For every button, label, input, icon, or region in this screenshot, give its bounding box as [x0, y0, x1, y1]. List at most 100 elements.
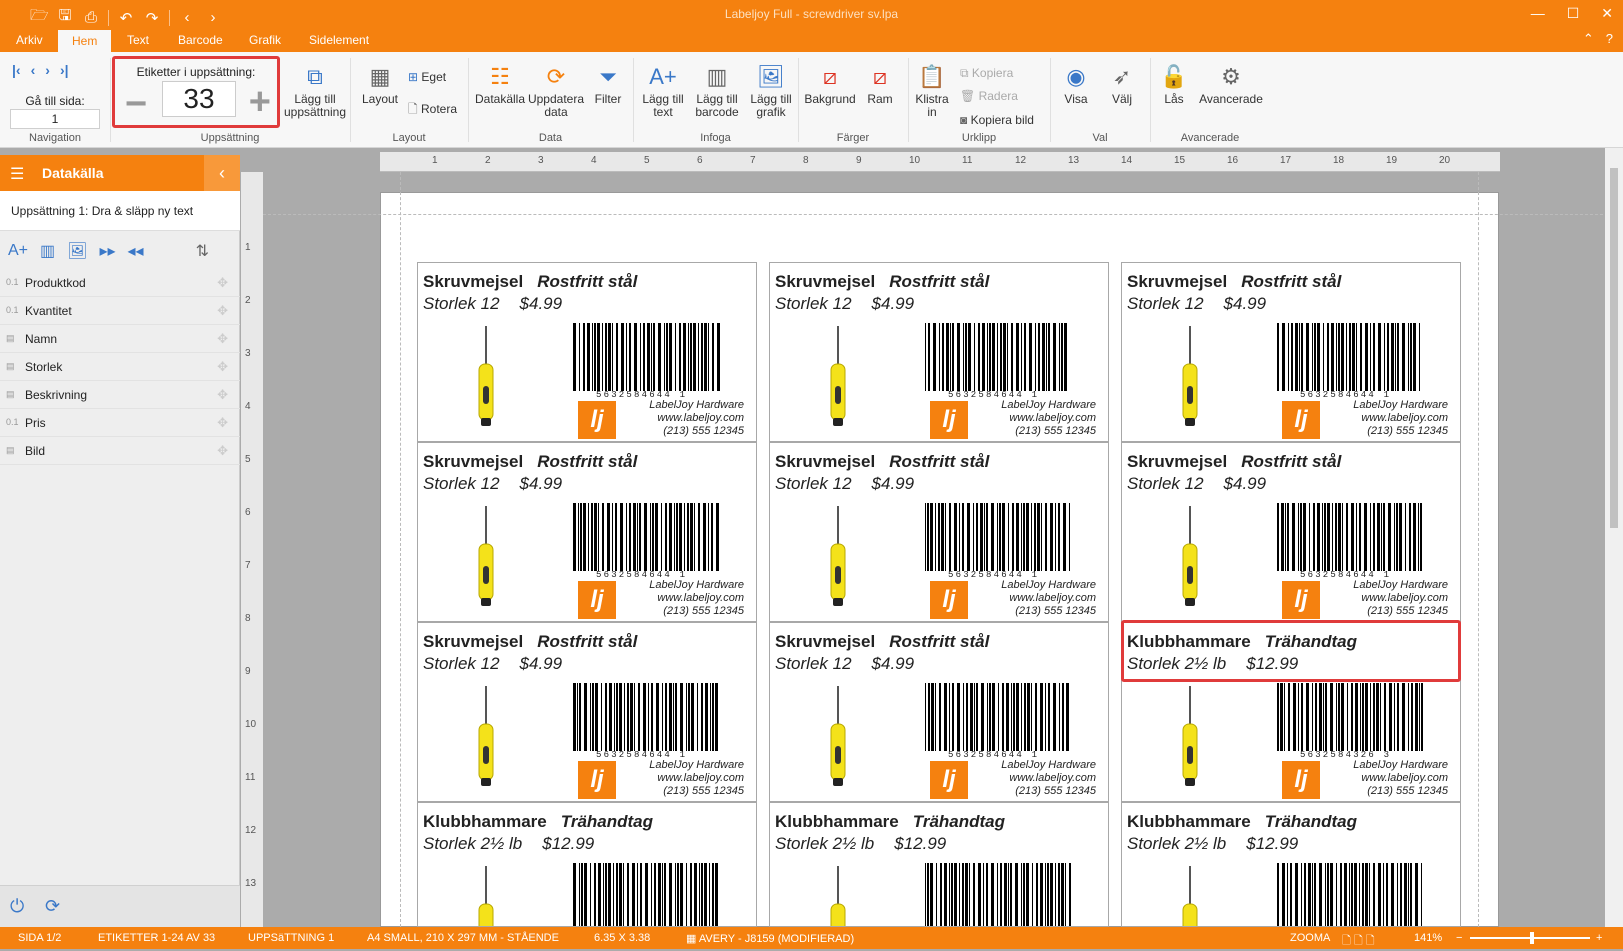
- next-page-icon[interactable]: ›: [45, 62, 50, 78]
- label-card[interactable]: Skruvmejsel Rostfritt stål Storlek 12 $4.99…: [417, 262, 757, 442]
- move-left-icon[interactable]: ◂◂: [128, 241, 144, 261]
- labels-count-input[interactable]: 33: [162, 81, 236, 117]
- tab-hem[interactable]: Hem: [58, 30, 112, 52]
- ruler-tick-label: 9: [856, 155, 862, 166]
- add-set-button[interactable]: ⧉ Lägg till uppsättning: [280, 64, 350, 119]
- lock-button[interactable]: 🔓 Lås: [1156, 64, 1192, 106]
- select-button[interactable]: ➶ Välj: [1102, 64, 1142, 106]
- page-number-input[interactable]: 1: [10, 109, 100, 129]
- ruler-tick-label: 5: [644, 155, 650, 166]
- label-product-line: Klubbhammare Trähandtag: [423, 812, 653, 832]
- move-right-icon[interactable]: ▸▸: [99, 241, 115, 261]
- group-label: Urklipp: [961, 132, 997, 144]
- company-name: LabelJoy Hardware: [1001, 399, 1096, 411]
- company-url: www.labeljoy.com: [1361, 772, 1448, 784]
- drag-handle-icon[interactable]: ✥: [217, 303, 228, 319]
- screwdriver-image: [476, 866, 496, 926]
- ruler-tick-label: 7: [750, 155, 756, 166]
- tab-sidelement[interactable]: Sidelement: [309, 33, 369, 47]
- datakalla-button[interactable]: ☷ Datakälla: [474, 64, 526, 106]
- scroll-thumb[interactable]: [1610, 168, 1618, 528]
- drag-handle-icon[interactable]: ✥: [217, 275, 228, 291]
- add-text-field-icon[interactable]: A+: [8, 242, 28, 260]
- drag-handle-icon[interactable]: ✥: [217, 331, 228, 347]
- help-icon[interactable]: ?: [1606, 31, 1613, 47]
- filter-button[interactable]: ⏷ Filter: [588, 64, 628, 106]
- advanced-button[interactable]: ⚙ Avancerade: [1196, 64, 1266, 106]
- add-barcode-field-icon[interactable]: ▥: [40, 241, 55, 261]
- drag-handle-icon[interactable]: ✥: [217, 359, 228, 375]
- copy-image-button[interactable]: ◙ Kopiera bild: [960, 113, 1034, 127]
- rotera-button[interactable]: 🗋 Rotera: [408, 100, 457, 121]
- field-item-storlek[interactable]: ▤ Storlek ✥: [0, 353, 240, 381]
- label-card[interactable]: Skruvmejsel Rostfritt stål Storlek 12 $4.99…: [769, 442, 1109, 622]
- field-item-kvantitet[interactable]: 0.1 Kvantitet ✥: [0, 297, 240, 325]
- group-data: ☷ Datakälla ⟳ Uppdatera data ⏷ Filter Da…: [468, 56, 633, 146]
- first-page-icon[interactable]: |‹: [12, 62, 21, 78]
- page-view-icons[interactable]: 🗋 🗋 🗋: [1342, 932, 1375, 951]
- tab-text[interactable]: Text: [127, 33, 149, 47]
- label-card[interactable]: Skruvmejsel Rostfritt stål Storlek 12 $4.99…: [1121, 262, 1461, 442]
- drag-handle-icon[interactable]: ✥: [217, 443, 228, 459]
- collapse-panel-icon[interactable]: ‹: [204, 155, 240, 191]
- company-info: LabelJoy Hardware www.labeljoy.com (213) 5…: [1001, 579, 1096, 618]
- add-barcode-button[interactable]: ▥ Lägg till barcode: [689, 64, 745, 119]
- field-item-produktkod[interactable]: 0.1 Produktkod ✥: [0, 269, 240, 297]
- label-card[interactable]: Skruvmejsel Rostfritt stål Storlek 12 $4.99…: [417, 442, 757, 622]
- tab-arkiv[interactable]: Arkiv: [16, 33, 43, 47]
- sort-icon[interactable]: ⇅: [196, 241, 209, 261]
- refresh-icon[interactable]: ⟳: [45, 896, 60, 917]
- last-page-icon[interactable]: ›|: [60, 62, 69, 78]
- label-description: Rostfritt stål: [1241, 272, 1342, 291]
- zoom-out-button[interactable]: −: [1456, 932, 1462, 944]
- label-card[interactable]: Klubbhammare Trähandtag Storlek 2½ lb $12.9…: [417, 802, 757, 927]
- tab-grafik[interactable]: Grafik: [249, 33, 281, 47]
- field-name: Storlek: [25, 360, 63, 374]
- field-item-bild[interactable]: ▤ Bild ✥: [0, 437, 240, 465]
- add-graphic-button[interactable]: 🖼 Lägg till grafik: [745, 64, 797, 119]
- label-card[interactable]: Skruvmejsel Rostfritt stål Storlek 12 $4.99…: [1121, 442, 1461, 622]
- tab-barcode[interactable]: Barcode: [178, 33, 223, 47]
- field-name: Bild: [25, 444, 46, 458]
- numeric-field-icon: 0.1: [6, 417, 19, 427]
- view-button[interactable]: ◉ Visa: [1056, 64, 1096, 106]
- field-item-beskrivning[interactable]: ▤ Beskrivning ✥: [0, 381, 240, 409]
- barcode-image: [925, 863, 1075, 926]
- field-item-pris[interactable]: 0.1 Pris ✥: [0, 409, 240, 437]
- label-size: Storlek 12: [423, 294, 500, 313]
- zoom-in-button[interactable]: +: [1596, 932, 1602, 944]
- border-color-button[interactable]: ⧄ Ram: [860, 64, 900, 106]
- vertical-scrollbar[interactable]: [1605, 148, 1623, 927]
- prev-page-icon[interactable]: ‹: [31, 62, 36, 78]
- label-card[interactable]: Skruvmejsel Rostfritt stål Storlek 12 $4.99…: [769, 622, 1109, 802]
- label-card[interactable]: Skruvmejsel Rostfritt stål Storlek 12 $4.99…: [769, 262, 1109, 442]
- connect-icon[interactable]: ⏻: [10, 896, 24, 917]
- copy-button[interactable]: ⧉ Kopiera: [960, 66, 1013, 81]
- maximize-icon[interactable]: ☐: [1567, 5, 1580, 22]
- label-card[interactable]: Klubbhammare Trähandtag Storlek 2½ lb $12.9…: [1121, 802, 1461, 927]
- update-data-button[interactable]: ⟳ Uppdatera data: [526, 64, 586, 119]
- company-phone: (213) 555 12345: [663, 785, 744, 797]
- close-icon[interactable]: ✕: [1601, 5, 1613, 22]
- label-card[interactable]: Klubbhammare Trähandtag Storlek 2½ lb $12.9…: [769, 802, 1109, 927]
- decrement-button[interactable]: −: [125, 85, 147, 123]
- label-card[interactable]: Skruvmejsel Rostfritt stål Storlek 12 $4.99…: [417, 622, 757, 802]
- increment-button[interactable]: +: [249, 83, 271, 121]
- label-size-line: Storlek 2½ lb $12.99: [423, 834, 594, 854]
- minimize-icon[interactable]: —: [1531, 5, 1545, 22]
- background-color-button[interactable]: ⧄ Bakgrund: [802, 64, 858, 106]
- filter-icon: ⏷: [599, 64, 617, 89]
- collapse-ribbon-icon[interactable]: ⌃: [1583, 31, 1594, 47]
- add-image-field-icon[interactable]: 🖼: [67, 241, 87, 261]
- add-text-button[interactable]: A+ Lägg till text: [637, 64, 689, 119]
- drag-handle-icon[interactable]: ✥: [217, 415, 228, 431]
- ruler-tick-label: 12: [245, 825, 257, 836]
- zoom-label: ZOOMA: [1290, 932, 1331, 944]
- delete-button[interactable]: 🗑 Radera: [960, 89, 1018, 103]
- layout-button[interactable]: ▦ Layout: [360, 64, 400, 106]
- paste-button[interactable]: 📋 Klistra in: [912, 64, 952, 119]
- zoom-slider-thumb[interactable]: [1530, 932, 1534, 944]
- eget-button[interactable]: ⊞ Eget: [408, 70, 446, 84]
- field-item-namn[interactable]: ▤ Namn ✥: [0, 325, 240, 353]
- drag-handle-icon[interactable]: ✥: [217, 387, 228, 403]
